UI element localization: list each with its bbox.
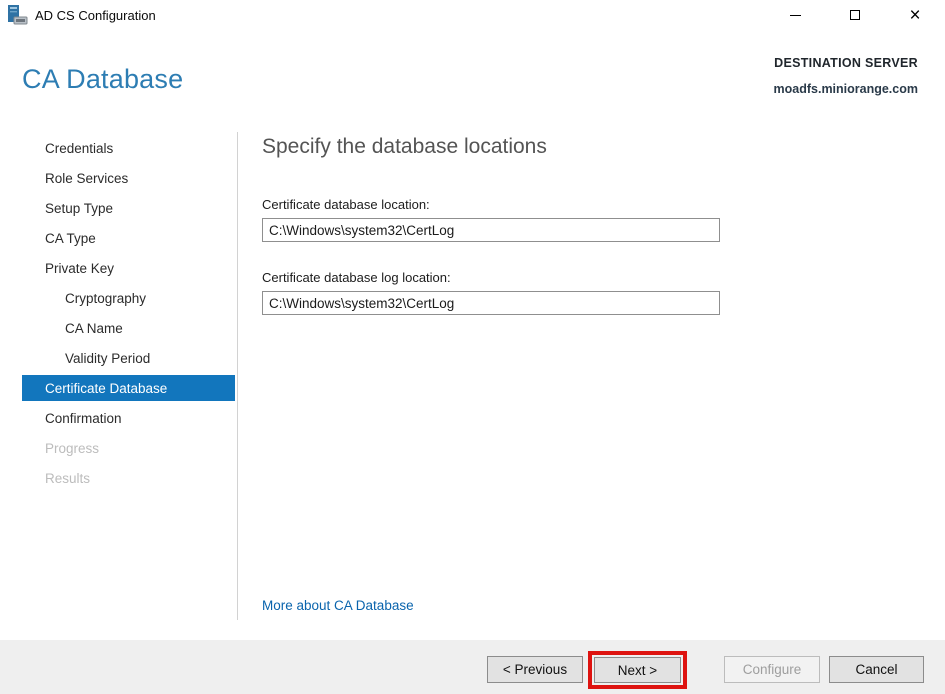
configure-button: Configure — [724, 656, 820, 683]
minimize-icon — [790, 15, 801, 16]
sidebar-item-results: Results — [22, 463, 235, 493]
sidebar-item-cryptography[interactable]: Cryptography — [22, 283, 235, 313]
maximize-icon — [850, 10, 860, 20]
sidebar-item-private-key[interactable]: Private Key — [22, 253, 235, 283]
page-title: CA Database — [22, 64, 183, 95]
previous-button[interactable]: < Previous — [487, 656, 583, 683]
server-manager-icon — [5, 3, 29, 27]
minimize-button[interactable] — [765, 0, 825, 30]
certificate-database-location-input[interactable] — [262, 218, 720, 242]
sidebar-item-role-services[interactable]: Role Services — [22, 163, 235, 193]
sidebar-item-certificate-database[interactable]: Certificate Database — [22, 375, 235, 401]
close-button[interactable]: × — [885, 0, 945, 30]
sidebar-item-ca-name[interactable]: CA Name — [22, 313, 235, 343]
footer-bar: < Previous Next > Configure Cancel — [0, 640, 945, 694]
certificate-database-log-location-input[interactable] — [262, 291, 720, 315]
window-title: AD CS Configuration — [35, 8, 156, 23]
sidebar-item-progress: Progress — [22, 433, 235, 463]
content-heading: Specify the database locations — [262, 135, 547, 159]
cancel-button[interactable]: Cancel — [829, 656, 924, 683]
destination-server-label: DESTINATION SERVER — [774, 56, 918, 70]
close-icon: × — [909, 6, 920, 25]
wizard-steps-sidebar: Credentials Role Services Setup Type CA … — [22, 133, 235, 493]
sidebar-item-credentials[interactable]: Credentials — [22, 133, 235, 163]
red-highlight-annotation: Next > — [588, 651, 687, 689]
sidebar-item-setup-type[interactable]: Setup Type — [22, 193, 235, 223]
more-about-ca-database-link[interactable]: More about CA Database — [262, 598, 414, 613]
next-button[interactable]: Next > — [594, 657, 681, 683]
sidebar-item-validity-period[interactable]: Validity Period — [22, 343, 235, 373]
sidebar-divider — [237, 132, 238, 620]
maximize-button[interactable] — [825, 0, 885, 30]
sidebar-item-confirmation[interactable]: Confirmation — [22, 403, 235, 433]
sidebar-item-ca-type[interactable]: CA Type — [22, 223, 235, 253]
certificate-database-log-location-label: Certificate database log location: — [262, 270, 451, 285]
destination-server-name: moadfs.miniorange.com — [774, 82, 918, 96]
certificate-database-location-label: Certificate database location: — [262, 197, 430, 212]
title-bar: AD CS Configuration × — [0, 0, 945, 30]
destination-server-block: DESTINATION SERVER moadfs.miniorange.com — [774, 56, 918, 96]
